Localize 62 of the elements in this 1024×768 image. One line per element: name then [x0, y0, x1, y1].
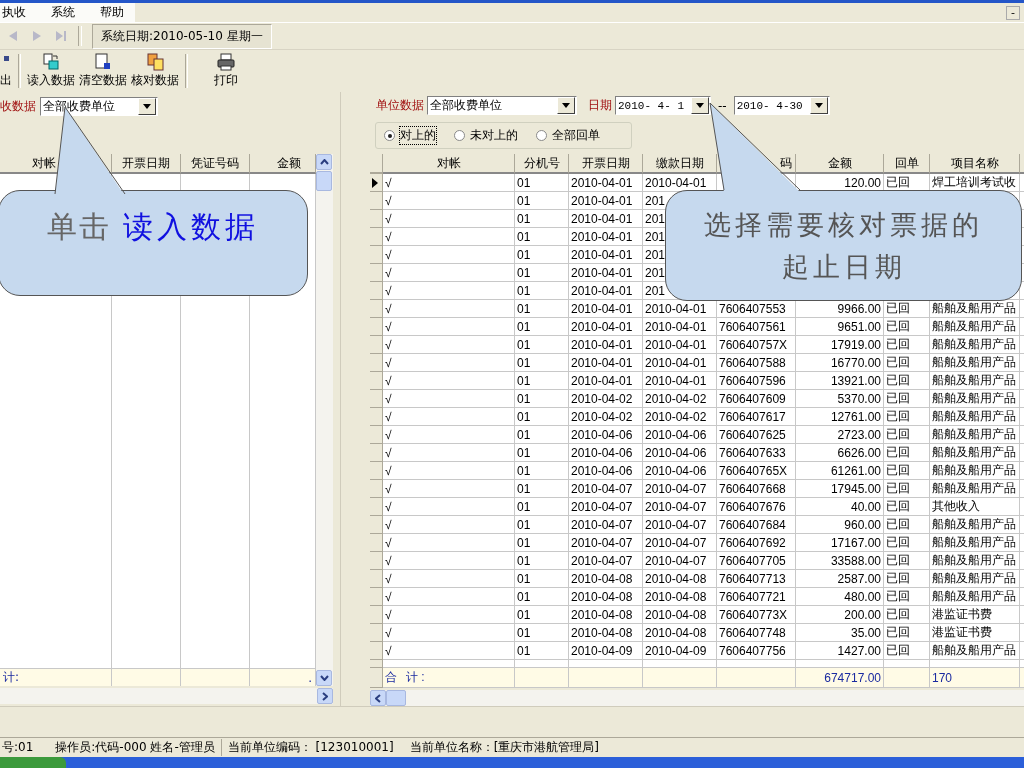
total-label: 合 计:	[383, 668, 515, 688]
toolbar-button[interactable]: 出	[0, 50, 14, 92]
menu-item[interactable]: 帮助	[98, 4, 135, 21]
column-header[interactable]: 分机号	[515, 154, 569, 174]
vertical-scrollbar[interactable]	[316, 154, 333, 686]
row-header[interactable]	[370, 174, 383, 192]
total-label: 计:	[3, 669, 20, 686]
dropdown-arrow-icon	[143, 103, 151, 109]
column-header[interactable]	[1020, 154, 1024, 174]
unit-dropdown[interactable]: 全部收费单位	[40, 96, 158, 116]
dropdown-arrow-icon	[562, 103, 570, 109]
system-date: 系统日期:2010-05-10 星期一	[92, 23, 272, 49]
toolbar-button[interactable]: 打印	[212, 50, 240, 92]
dropdown-arrow-icon	[814, 103, 823, 109]
horizontal-scrollbar[interactable]	[0, 688, 333, 704]
total-count: 170	[930, 668, 1020, 688]
scroll-thumb[interactable]	[386, 690, 406, 706]
menu-item[interactable]: 执收	[0, 4, 37, 21]
toolbar-button[interactable]: 核对数据	[129, 50, 181, 92]
date-separator: --	[717, 98, 728, 113]
column-header[interactable]: 回单	[884, 154, 930, 174]
total-amount: .	[308, 670, 312, 685]
date-picker[interactable]: 2010- 4-30	[733, 96, 830, 116]
current-row-icon	[372, 177, 378, 188]
toolbar-button[interactable]: 读入数据	[25, 50, 77, 92]
column-header[interactable]: 金额	[796, 154, 884, 174]
start-button[interactable]	[0, 757, 66, 768]
radio-option[interactable]: 未对上的	[454, 127, 518, 145]
documents-icon	[41, 53, 61, 71]
filter-label: 单位数据	[376, 97, 424, 115]
table-cell	[884, 668, 930, 688]
column-header[interactable]: 项目名称	[930, 154, 1020, 174]
column-header[interactable]: 缴款日期	[643, 154, 717, 174]
documents-icon	[145, 53, 165, 71]
dropdown-arrow-icon	[696, 103, 704, 109]
toolbar-button[interactable]: 清空数据	[77, 50, 129, 92]
date-picker[interactable]: 2010- 4- 1	[615, 96, 711, 116]
total-amount: 674717.00	[796, 668, 884, 688]
menu-item[interactable]: 系统	[49, 4, 86, 21]
status-text: 当前单位名称：[重庆市港航管理局]	[409, 739, 599, 756]
status-text: 号:01	[1, 739, 35, 756]
status-text: 当前单位编码： [123010001]	[227, 739, 394, 756]
callout-highlight: 读入数据	[123, 208, 259, 246]
radio-option[interactable]: 全部回单	[536, 127, 600, 145]
column-header[interactable]: 凭证号码	[181, 154, 250, 174]
radio-option[interactable]: 对上的	[384, 127, 436, 145]
column-header[interactable]: 金额	[250, 154, 316, 174]
column-header[interactable]: 开票日期	[112, 154, 181, 174]
unit-dropdown[interactable]: 全部收费单位	[427, 96, 577, 116]
printer-icon	[216, 53, 236, 71]
filter-label: 收数据	[0, 97, 36, 115]
horizontal-scrollbar[interactable]	[370, 690, 1024, 706]
callout-text: 起止日期	[781, 249, 906, 284]
scroll-thumb[interactable]	[316, 171, 332, 191]
status-text: 操作员:代码-000 姓名-管理员	[53, 739, 222, 756]
column-header[interactable]: 对帐	[383, 154, 515, 174]
table-cell	[515, 668, 569, 688]
minimize-button[interactable]: -	[1006, 5, 1020, 20]
page-icon	[93, 53, 113, 71]
callout-text: 单击	[47, 208, 111, 246]
date-label: 日期	[588, 97, 612, 115]
column-header[interactable]: 开票日期	[569, 154, 643, 174]
